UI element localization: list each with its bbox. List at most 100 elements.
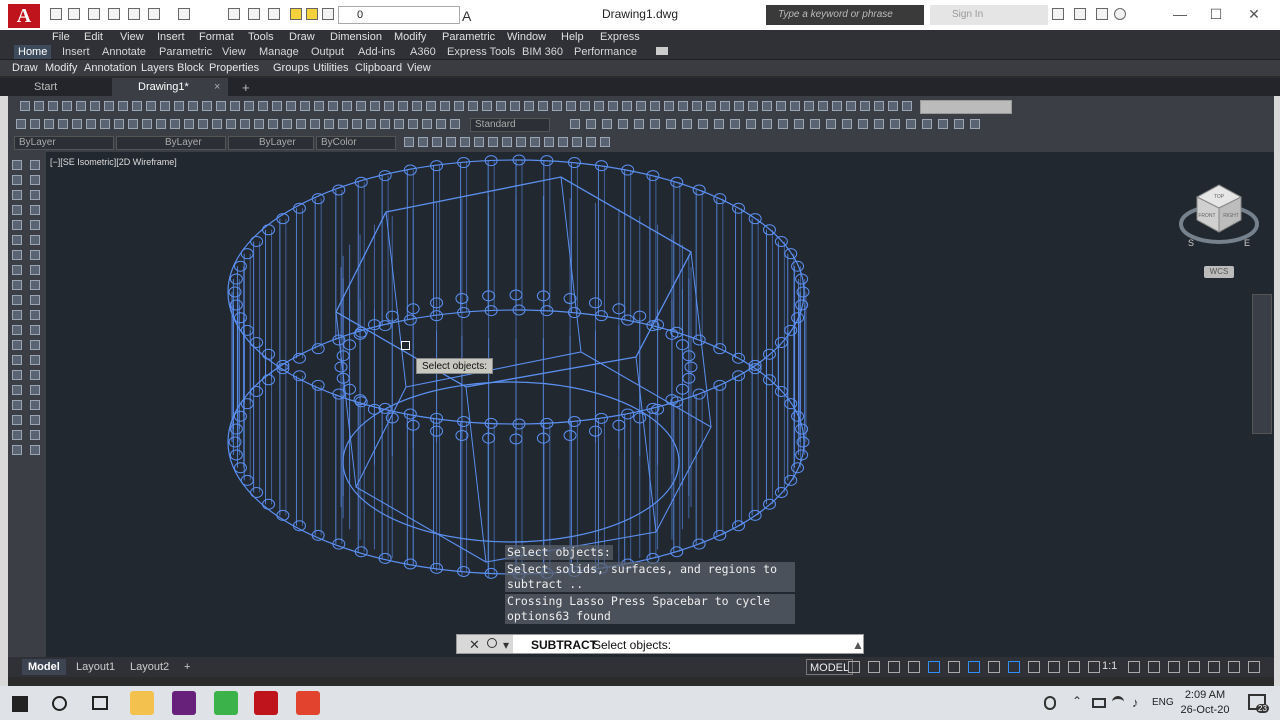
menu-tools[interactable]: Tools <box>248 30 274 44</box>
panel-view[interactable]: View <box>407 60 431 76</box>
toolbar-tool-icon[interactable] <box>142 119 152 129</box>
viewcube-right-label[interactable]: RIGHT <box>1223 213 1239 219</box>
draw-tool-icon[interactable] <box>30 310 40 320</box>
toolbar-tool-icon[interactable] <box>858 119 868 129</box>
layer-quick-combo[interactable]: 0 <box>338 6 460 24</box>
draw-tool-icon[interactable] <box>30 220 40 230</box>
toolbar-tool-icon[interactable] <box>436 119 446 129</box>
lightbulb-icon[interactable] <box>290 8 302 20</box>
toolbar-tool-icon[interactable] <box>370 101 380 111</box>
stay-connected-icon[interactable] <box>1096 8 1108 20</box>
toolbar-tool-icon[interactable] <box>128 119 138 129</box>
draw-tool-icon[interactable] <box>30 385 40 395</box>
add-layout-button[interactable]: + <box>178 659 196 675</box>
panel-layers[interactable]: Layers <box>141 60 174 76</box>
toolbar-tool-icon[interactable] <box>296 119 306 129</box>
status-toggle-icon[interactable] <box>1128 661 1140 673</box>
draw-tool-icon[interactable] <box>12 385 22 395</box>
toolbar-tool-icon[interactable] <box>118 101 128 111</box>
draw-tool-icon[interactable] <box>12 325 22 335</box>
toolbar-tool-icon[interactable] <box>488 137 498 147</box>
draw-tool-icon[interactable] <box>12 190 22 200</box>
toolbar-tool-icon[interactable] <box>384 101 394 111</box>
menu-edit[interactable]: Edit <box>84 30 103 44</box>
tab-model[interactable]: Model <box>22 659 66 675</box>
panel-draw[interactable]: Draw <box>12 60 38 76</box>
toolbar-tool-icon[interactable] <box>44 119 54 129</box>
toolbar-tool-icon[interactable] <box>776 101 786 111</box>
toolbar-tool-icon[interactable] <box>34 101 44 111</box>
toolbar-tool-icon[interactable] <box>922 119 932 129</box>
plot-preview-icon[interactable] <box>228 8 240 20</box>
toolbar-tool-icon[interactable] <box>570 119 580 129</box>
undo-icon[interactable] <box>148 8 160 20</box>
tab-annotate[interactable]: Annotate <box>98 45 150 59</box>
draw-tool-icon[interactable] <box>12 265 22 275</box>
tab-view[interactable]: View <box>218 45 250 59</box>
toolbar-tool-icon[interactable] <box>516 137 526 147</box>
draw-tool-icon[interactable] <box>30 265 40 275</box>
tab-bim360[interactable]: BIM 360 <box>518 45 567 59</box>
toolbar-tool-icon[interactable] <box>366 119 376 129</box>
color-combo[interactable]: ByColor <box>316 136 396 150</box>
status-toggle-icon[interactable] <box>928 661 940 673</box>
panel-annotation[interactable]: Annotation <box>84 60 137 76</box>
tab-performance[interactable]: Performance <box>570 45 641 59</box>
toolbar-tool-icon[interactable] <box>938 119 948 129</box>
compass-south-label[interactable]: S <box>1188 238 1194 248</box>
wifi-icon[interactable] <box>1112 696 1124 708</box>
model-space-toggle[interactable]: MODEL <box>806 659 854 675</box>
status-toggle-icon[interactable] <box>948 661 960 673</box>
close-tab-icon[interactable]: × <box>214 78 220 96</box>
toolbar-tool-icon[interactable] <box>970 119 980 129</box>
toolbar-tool-icon[interactable] <box>202 101 212 111</box>
toolbar-tool-icon[interactable] <box>254 119 264 129</box>
toolbar-tool-icon[interactable] <box>324 119 334 129</box>
customize-icon[interactable] <box>487 638 497 648</box>
toolbar-tool-icon[interactable] <box>594 101 604 111</box>
tab-a360[interactable]: A360 <box>406 45 440 59</box>
sun-icon[interactable] <box>306 8 318 20</box>
panel-block[interactable]: Block <box>177 60 204 76</box>
toolbar-tool-icon[interactable] <box>212 119 222 129</box>
toolbar-tool-icon[interactable] <box>746 119 756 129</box>
task-view-icon[interactable] <box>92 696 108 710</box>
toolbar-tool-icon[interactable] <box>600 137 610 147</box>
toolbar-tool-icon[interactable] <box>408 119 418 129</box>
toolbar-tool-icon[interactable] <box>566 101 576 111</box>
menu-file[interactable]: File <box>52 30 70 44</box>
ribbon-toggle-icon[interactable] <box>656 47 668 55</box>
compass-east-label[interactable]: E <box>1244 238 1250 248</box>
draw-tool-icon[interactable] <box>12 370 22 380</box>
draw-tool-icon[interactable] <box>30 280 40 290</box>
draw-tool-icon[interactable] <box>30 205 40 215</box>
autocad-taskbar-icon[interactable] <box>254 691 278 715</box>
toolbar-tool-icon[interactable] <box>874 101 884 111</box>
draw-tool-icon[interactable] <box>30 175 40 185</box>
toolbar-tool-icon[interactable] <box>502 137 512 147</box>
panel-clipboard[interactable]: Clipboard <box>355 60 402 76</box>
viewcube-top-label[interactable]: TOP <box>1214 194 1225 200</box>
maximize-button[interactable]: ☐ <box>1204 4 1228 24</box>
volume-icon[interactable]: ♪ <box>1132 695 1139 710</box>
share-icon[interactable] <box>268 8 280 20</box>
toolbar-tool-icon[interactable] <box>258 101 268 111</box>
app-store-icon[interactable] <box>1074 8 1086 20</box>
sign-in-button[interactable]: Sign In <box>930 5 1048 25</box>
status-toggle-icon[interactable] <box>1028 661 1040 673</box>
toolbar-tool-icon[interactable] <box>544 137 554 147</box>
status-toggle-icon[interactable] <box>1228 661 1240 673</box>
toolbar-tool-icon[interactable] <box>132 101 142 111</box>
toolbar-tool-icon[interactable] <box>650 119 660 129</box>
status-toggle-icon[interactable] <box>1248 661 1260 673</box>
draw-tool-icon[interactable] <box>12 355 22 365</box>
draw-tool-icon[interactable] <box>12 400 22 410</box>
toolbar-tool-icon[interactable] <box>636 101 646 111</box>
panel-modify[interactable]: Modify <box>45 60 77 76</box>
toolbar-tool-icon[interactable] <box>618 119 628 129</box>
status-toggle-icon[interactable] <box>1068 661 1080 673</box>
toolbar-tool-icon[interactable] <box>184 119 194 129</box>
draw-tool-icon[interactable] <box>30 340 40 350</box>
toolbar-tool-icon[interactable] <box>954 119 964 129</box>
lock-icon[interactable] <box>322 8 334 20</box>
